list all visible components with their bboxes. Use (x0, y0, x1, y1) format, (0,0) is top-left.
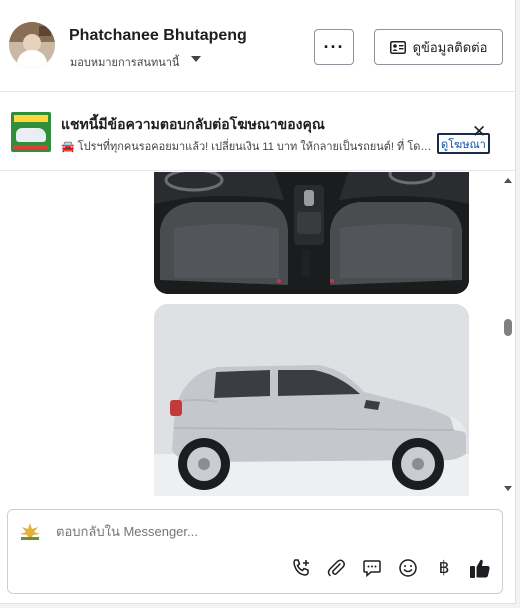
ad-banner-text: 🚘 โปรฯที่ทุกคนรอคอยมาแล้ว! เปลี่ยนเงิน 1… (61, 141, 437, 153)
chat-scrollbar[interactable] (501, 172, 515, 496)
assign-conversation-dropdown[interactable]: มอบหมายการสนทนานี้ (70, 53, 179, 71)
message-composer: ฿ (7, 509, 503, 594)
payment-baht-icon[interactable]: ฿ (432, 556, 456, 580)
page-logo-icon (20, 523, 40, 541)
message-image-car-exterior[interactable] (154, 304, 469, 496)
contact-name[interactable]: Phatchanee Bhutapeng (69, 27, 247, 45)
attachment-icon[interactable] (324, 556, 348, 580)
more-options-button[interactable]: ··· (314, 29, 354, 65)
message-input[interactable] (56, 524, 476, 539)
message-image-car-interior[interactable] (154, 172, 469, 294)
thumbs-up-icon[interactable] (468, 556, 492, 580)
scrollbar-thumb[interactable] (504, 319, 512, 336)
scroll-up-arrow-icon[interactable] (504, 178, 512, 183)
scroll-down-arrow-icon[interactable] (504, 486, 512, 491)
ad-reply-banner: แชทนี้มีข้อความตอบกลับต่อโฆษณาของคุณ 🚘 โ… (0, 93, 516, 171)
contact-card-icon (389, 40, 406, 54)
view-contact-label: ดูข้อมูลติดต่อ (412, 39, 488, 55)
emoji-icon[interactable] (396, 556, 420, 580)
close-icon[interactable]: ✕ (472, 123, 486, 140)
chevron-down-icon[interactable] (191, 56, 201, 62)
message-thread (0, 172, 516, 496)
ad-thumbnail[interactable] (11, 112, 51, 152)
phone-add-icon[interactable] (289, 556, 313, 580)
saved-replies-icon[interactable] (360, 556, 384, 580)
avatar[interactable] (9, 22, 55, 68)
conversation-header: Phatchanee Bhutapeng มอบหมายการสนทนานี้ … (0, 0, 516, 92)
view-contact-button[interactable]: ดูข้อมูลติดต่อ (374, 29, 503, 65)
ad-banner-title: แชทนี้มีข้อความตอบกลับต่อโฆษณาของคุณ (61, 116, 325, 132)
conversation-panel: Phatchanee Bhutapeng มอบหมายการสนทนานี้ … (0, 0, 516, 604)
